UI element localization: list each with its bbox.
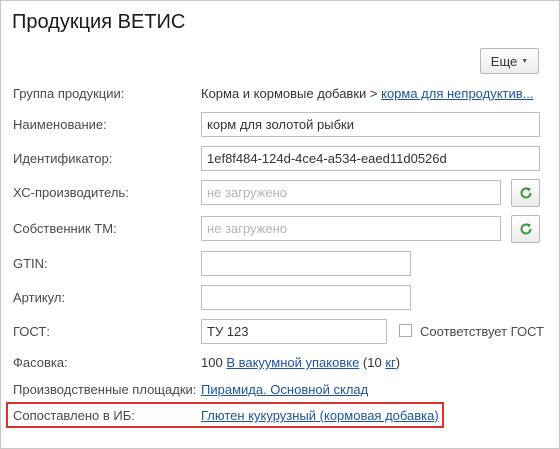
gost-compliance-checkbox[interactable] [399, 324, 412, 337]
gtin-label: GTIN: [13, 256, 48, 271]
product-group-value: Корма и кормовые добавки > корма для неп… [201, 86, 534, 101]
page-title: Продукция ВЕТИС [12, 11, 186, 33]
gtin-field[interactable] [201, 251, 411, 276]
more-button[interactable]: Еще ▼ [480, 48, 539, 74]
identifier-label: Идентификатор: [13, 151, 113, 166]
more-button-label: Еще [490, 53, 518, 69]
product-group-link[interactable]: корма для непродуктив... [381, 86, 533, 101]
packaging-type-link[interactable]: В вакуумной упаковке [226, 355, 359, 370]
matched-ib-link[interactable]: Глютен кукурузный (кормовая добавка) [201, 408, 439, 423]
product-group-label: Группа продукции: [13, 86, 125, 101]
production-site-link[interactable]: Пирамида. Основной склад [201, 382, 368, 397]
tm-owner-label: Собственник ТМ: [13, 221, 117, 236]
matched-ib-label: Сопоставлено в ИБ: [13, 408, 135, 423]
manufacturer-refresh-button[interactable] [511, 179, 540, 207]
packaging-label: Фасовка: [13, 355, 68, 370]
article-field[interactable] [201, 285, 411, 310]
tm-owner-refresh-button[interactable] [511, 215, 540, 243]
packaging-close-paren: ) [395, 355, 401, 370]
packaging-amount: 100 [201, 355, 223, 370]
manufacturer-label: ХС-производитель: [13, 185, 129, 200]
packaging-open-paren: (10 [359, 355, 386, 370]
name-label: Наименование: [13, 117, 107, 132]
tm-owner-field[interactable]: не загружено [201, 216, 501, 241]
gost-field[interactable]: ТУ 123 [201, 319, 387, 344]
refresh-icon [520, 223, 532, 235]
product-group-prefix: Корма и кормовые добавки > [201, 86, 382, 101]
packaging-value: 100 В вакуумной упаковке (10 кг) [201, 355, 400, 370]
production-site-label: Производственные площадки: [13, 382, 197, 397]
article-label: Артикул: [13, 290, 66, 305]
refresh-icon [520, 187, 532, 199]
gost-label: ГОСТ: [13, 324, 50, 339]
manufacturer-field[interactable]: не загружено [201, 180, 501, 205]
caret-down-icon: ▼ [521, 58, 529, 65]
name-field[interactable]: корм для золотой рыбки [201, 112, 540, 137]
packaging-unit-link[interactable]: кг [385, 355, 395, 370]
gost-compliance-label: Соответствует ГОСТ [420, 324, 544, 339]
identifier-field[interactable]: 1ef8f484-124d-4ce4-a534-eaed11d0526d [201, 146, 540, 171]
